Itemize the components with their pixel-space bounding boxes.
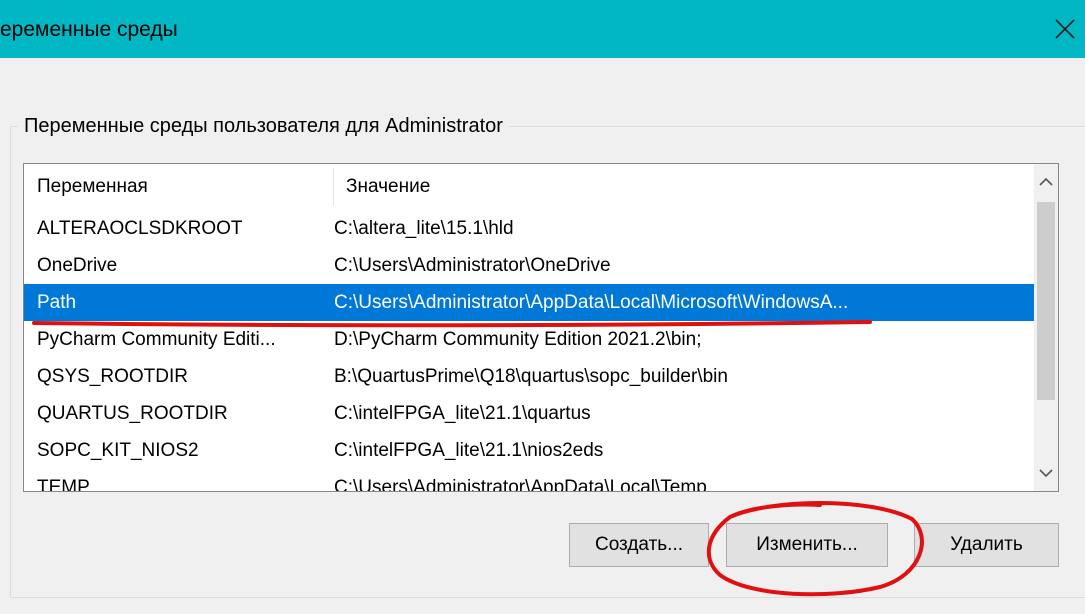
scrollbar-thumb[interactable] — [1037, 202, 1055, 400]
scroll-down-button[interactable] — [1034, 455, 1058, 491]
table-row[interactable]: OneDrive C:\Users\Administrator\OneDrive — [24, 247, 1034, 284]
annotation-circle — [706, 501, 924, 597]
variable-value: C:\Users\Administrator\AppData\Local\Tem… — [334, 477, 707, 492]
list-rows: ALTERAOCLSDKROOT C:\altera_lite\15.1\hld… — [24, 210, 1034, 492]
user-variables-list[interactable]: Переменная Значение ALTERAOCLSDKROOT C:\… — [23, 163, 1059, 492]
table-row[interactable]: QUARTUS_ROOTDIR C:\intelFPGA_lite\21.1\q… — [24, 395, 1034, 432]
variable-name: QUARTUS_ROOTDIR — [37, 403, 228, 424]
table-row-selected[interactable]: Path C:\Users\Administrator\AppData\Loca… — [24, 284, 1034, 321]
column-header-variable[interactable]: Переменная — [37, 176, 148, 198]
variable-value: C:\intelFPGA_lite\21.1\quartus — [334, 403, 591, 424]
list-header: Переменная Значение — [24, 164, 1034, 210]
variable-value: C:\Users\Administrator\AppData\Local\Mic… — [334, 292, 849, 313]
variable-value: D:\PyCharm Community Edition 2021.2\bin; — [334, 329, 702, 350]
column-header-value[interactable]: Значение — [346, 176, 430, 198]
close-button[interactable] — [1045, 0, 1085, 58]
create-button[interactable]: Создать... — [569, 523, 709, 567]
variable-name: SOPC_KIT_NIOS2 — [37, 440, 199, 461]
delete-button[interactable]: Удалить — [914, 523, 1059, 567]
scroll-up-button[interactable] — [1034, 164, 1058, 200]
chevron-down-icon — [1039, 469, 1053, 478]
variable-name: OneDrive — [37, 255, 118, 276]
variable-value: B:\QuartusPrime\Q18\quartus\sopc_builder… — [334, 366, 728, 387]
window-title: еременные среды — [0, 18, 178, 41]
chevron-up-icon — [1039, 177, 1053, 186]
variable-name: ALTERAOCLSDKROOT — [37, 218, 243, 239]
table-row[interactable]: QSYS_ROOTDIR B:\QuartusPrime\Q18\quartus… — [24, 358, 1034, 395]
annotation-underline — [32, 320, 872, 328]
user-variables-group-label: Переменные среды пользователя для Admini… — [18, 115, 509, 138]
variable-name: PyCharm Community Editi... — [37, 329, 276, 350]
variable-value: C:\intelFPGA_lite\21.1\nios2eds — [334, 440, 604, 461]
variable-name: TEMP — [37, 477, 90, 492]
table-row[interactable]: ALTERAOCLSDKROOT C:\altera_lite\15.1\hld — [24, 210, 1034, 247]
variable-value: C:\Users\Administrator\OneDrive — [334, 255, 611, 276]
table-row[interactable]: SOPC_KIT_NIOS2 C:\intelFPGA_lite\21.1\ni… — [24, 432, 1034, 469]
vertical-scrollbar[interactable] — [1034, 164, 1058, 491]
column-separator[interactable] — [333, 168, 334, 206]
variable-name: Path — [37, 292, 77, 313]
variable-value: C:\altera_lite\15.1\hld — [334, 218, 514, 239]
variable-name: QSYS_ROOTDIR — [37, 366, 188, 387]
close-icon — [1055, 19, 1075, 39]
table-row[interactable]: TEMP C:\Users\Administrator\AppData\Loca… — [24, 469, 1034, 492]
title-bar: еременные среды — [0, 0, 1085, 58]
